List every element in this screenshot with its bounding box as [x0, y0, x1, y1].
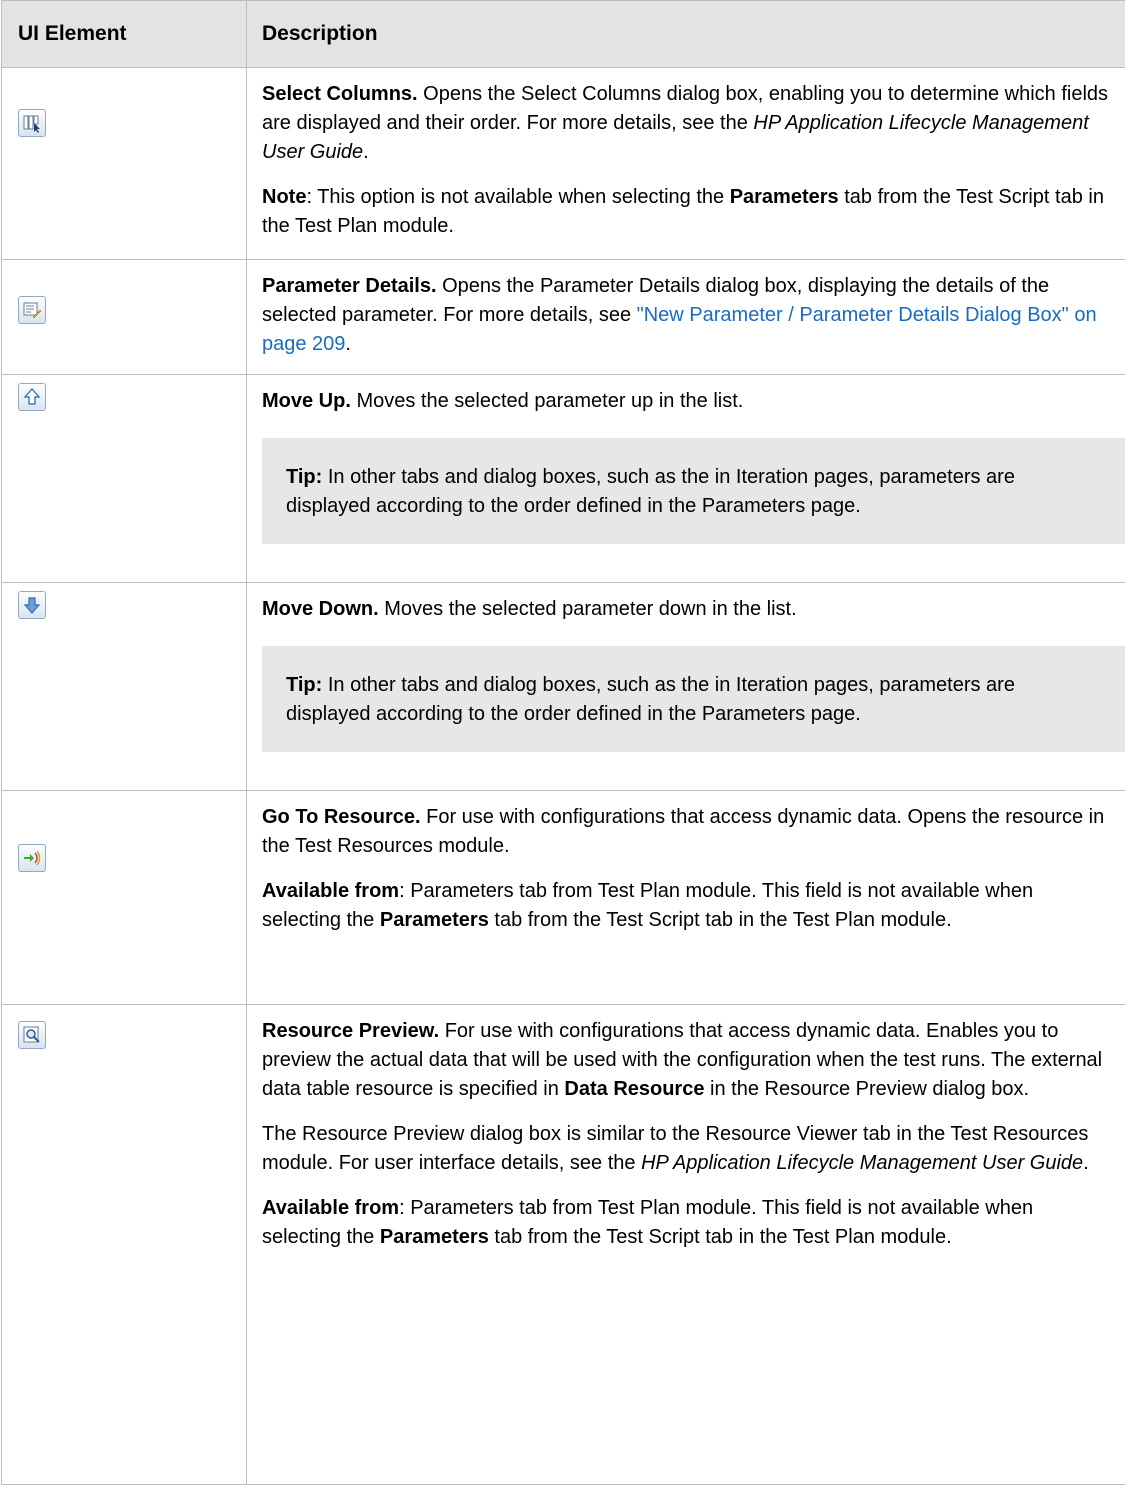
description-paragraph: Select Columns. Opens the Select Columns… — [262, 80, 1112, 167]
table-row: Move Down. Moves the selected parameter … — [2, 583, 1125, 791]
description-paragraph: Move Up. Moves the selected parameter up… — [262, 387, 1112, 416]
description-cell: Go To Resource. For use with configurati… — [247, 791, 1125, 1005]
description-paragraph: Go To Resource. For use with configurati… — [262, 803, 1112, 861]
description-cell: Move Up. Moves the selected parameter up… — [247, 375, 1125, 583]
ui-element-cell — [2, 375, 247, 583]
description-cell: Select Columns. Opens the Select Columns… — [247, 68, 1125, 260]
description-paragraph: Resource Preview. For use with configura… — [262, 1017, 1112, 1104]
ui-element-cell — [2, 791, 247, 1005]
tip-box: Tip: In other tabs and dialog boxes, suc… — [262, 438, 1125, 544]
table-row: Select Columns. Opens the Select Columns… — [2, 68, 1125, 260]
description-paragraph: Parameter Details. Opens the Parameter D… — [262, 272, 1112, 359]
table-row: Parameter Details. Opens the Parameter D… — [2, 260, 1125, 375]
ui-element-cell — [2, 583, 247, 791]
note-paragraph: Note: This option is not available when … — [262, 183, 1112, 241]
description-cell: Parameter Details. Opens the Parameter D… — [247, 260, 1125, 375]
element-title: Select Columns. — [262, 83, 418, 105]
resource-preview-icon — [18, 1021, 46, 1049]
table-row: Move Up. Moves the selected parameter up… — [2, 375, 1125, 583]
ui-element-cell — [2, 1005, 247, 1485]
move-up-icon — [18, 383, 46, 411]
header-description: Description — [247, 1, 1125, 68]
table-header-row: UI Element Description — [2, 1, 1125, 68]
tip-box: Tip: In other tabs and dialog boxes, suc… — [262, 646, 1125, 752]
description-cell: Resource Preview. For use with configura… — [247, 1005, 1125, 1485]
parameter-details-icon — [18, 296, 46, 324]
ui-element-cell — [2, 260, 247, 375]
element-title: Resource Preview. — [262, 1020, 439, 1042]
table-row: Go To Resource. For use with configurati… — [2, 791, 1125, 1005]
element-title: Go To Resource. — [262, 806, 421, 828]
description-paragraph: Move Down. Moves the selected parameter … — [262, 595, 1112, 624]
description-cell: Move Down. Moves the selected parameter … — [247, 583, 1125, 791]
ui-element-cell — [2, 68, 247, 260]
element-title: Move Up. — [262, 390, 351, 412]
table-row: Resource Preview. For use with configura… — [2, 1005, 1125, 1485]
move-down-icon — [18, 591, 46, 619]
availability-paragraph: Available from: Parameters tab from Test… — [262, 877, 1112, 935]
element-title: Move Down. — [262, 598, 379, 620]
element-title: Parameter Details. — [262, 275, 437, 297]
header-ui-element: UI Element — [2, 1, 247, 68]
go-to-resource-icon — [18, 844, 46, 872]
guide-reference: HP Application Lifecycle Management User… — [641, 1152, 1083, 1174]
ui-element-table: UI Element Description Select Columns. O… — [1, 0, 1125, 1485]
availability-paragraph: Available from: Parameters tab from Test… — [262, 1194, 1112, 1252]
description-paragraph: The Resource Preview dialog box is simil… — [262, 1120, 1112, 1178]
select-columns-icon — [18, 109, 46, 137]
